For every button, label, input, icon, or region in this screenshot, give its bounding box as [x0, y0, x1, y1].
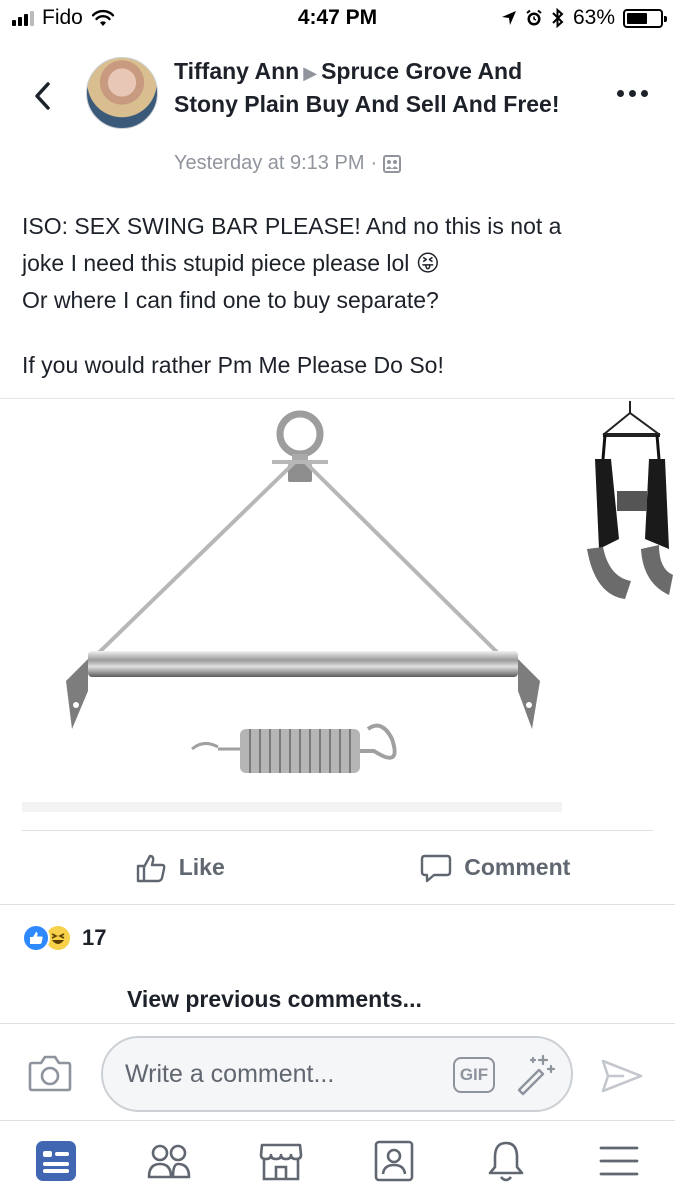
tab-profile[interactable]	[338, 1121, 451, 1200]
comment-input[interactable]: Write a comment... GIF	[101, 1036, 573, 1112]
view-previous-comments[interactable]: View previous comments...	[127, 986, 422, 1013]
more-options-button[interactable]	[610, 82, 654, 104]
post-body: ISO: SEX SWING BAR PLEASE! And no this i…	[22, 208, 642, 384]
battery-percent: 63%	[572, 6, 615, 29]
post-meta: Yesterday at 9:13 PM ·	[174, 152, 402, 175]
tab-news-feed[interactable]	[0, 1121, 113, 1200]
friends-icon	[147, 1144, 191, 1178]
profile-icon	[374, 1140, 414, 1181]
post-title: Tiffany Ann ▶ Spruce Grove And Stony Plain…	[174, 56, 584, 120]
post-actions: Like Comment	[22, 830, 653, 904]
location-icon	[501, 11, 516, 25]
group-privacy-icon	[383, 154, 402, 173]
swing-bar-image	[22, 410, 562, 812]
thumbs-up-icon	[136, 854, 166, 882]
author-name[interactable]: Tiffany Ann	[174, 58, 299, 84]
meta-separator: ·	[370, 152, 378, 174]
comment-icon	[421, 854, 452, 882]
status-bar: Fido 4:47 PM 63%	[0, 0, 675, 38]
camera-icon	[28, 1055, 72, 1092]
alarm-icon	[526, 9, 542, 26]
tab-menu[interactable]	[563, 1121, 675, 1200]
bell-icon	[488, 1141, 524, 1181]
reaction-count: 17	[82, 925, 107, 950]
caret-right-icon: ▶	[303, 63, 318, 83]
post-image-bar[interactable]	[22, 399, 582, 814]
author-avatar[interactable]	[86, 57, 158, 129]
comment-composer: Write a comment... GIF	[0, 1023, 675, 1121]
post-image-swing[interactable]	[585, 399, 675, 604]
gif-button[interactable]: GIF	[453, 1057, 495, 1093]
tab-friends[interactable]	[113, 1121, 226, 1200]
like-reaction-icon	[22, 924, 50, 952]
status-right: 63%	[501, 6, 667, 30]
camera-button[interactable]	[28, 1054, 72, 1097]
like-label: Like	[178, 854, 225, 880]
post-text-line: ISO: SEX SWING BAR PLEASE! And no this i…	[22, 213, 562, 239]
divider	[0, 904, 675, 905]
tab-bar	[0, 1121, 675, 1200]
send-icon	[601, 1059, 643, 1093]
chevron-left-icon	[35, 82, 50, 110]
back-button[interactable]	[22, 74, 62, 118]
like-button[interactable]: Like	[22, 831, 338, 904]
magic-wand-icon	[517, 1054, 556, 1096]
menu-icon	[599, 1146, 639, 1175]
news-feed-icon	[36, 1140, 77, 1181]
emoji-tongue: 😝	[415, 250, 440, 276]
bluetooth-icon	[552, 8, 564, 28]
post-media	[0, 398, 675, 814]
reactions-summary[interactable]: 17	[22, 924, 106, 952]
comment-button[interactable]: Comment	[338, 831, 654, 904]
post-timestamp[interactable]: Yesterday at 9:13 PM	[174, 152, 365, 175]
swing-image	[587, 401, 673, 599]
marketplace-icon	[259, 1143, 303, 1180]
comment-placeholder: Write a comment...	[125, 1060, 335, 1088]
send-button[interactable]	[600, 1058, 644, 1099]
post-text-line: If you would rather Pm Me Please Do So!	[22, 352, 444, 378]
sticker-button[interactable]	[513, 1052, 557, 1101]
battery-icon	[623, 8, 667, 28]
tab-notifications[interactable]	[450, 1121, 563, 1200]
post-text-line: joke I need this stupid piece please lol…	[22, 250, 440, 276]
tab-marketplace[interactable]	[225, 1121, 338, 1200]
post-text-line: Or where I can find one to buy separate?	[22, 287, 439, 313]
comment-label: Comment	[464, 854, 571, 880]
